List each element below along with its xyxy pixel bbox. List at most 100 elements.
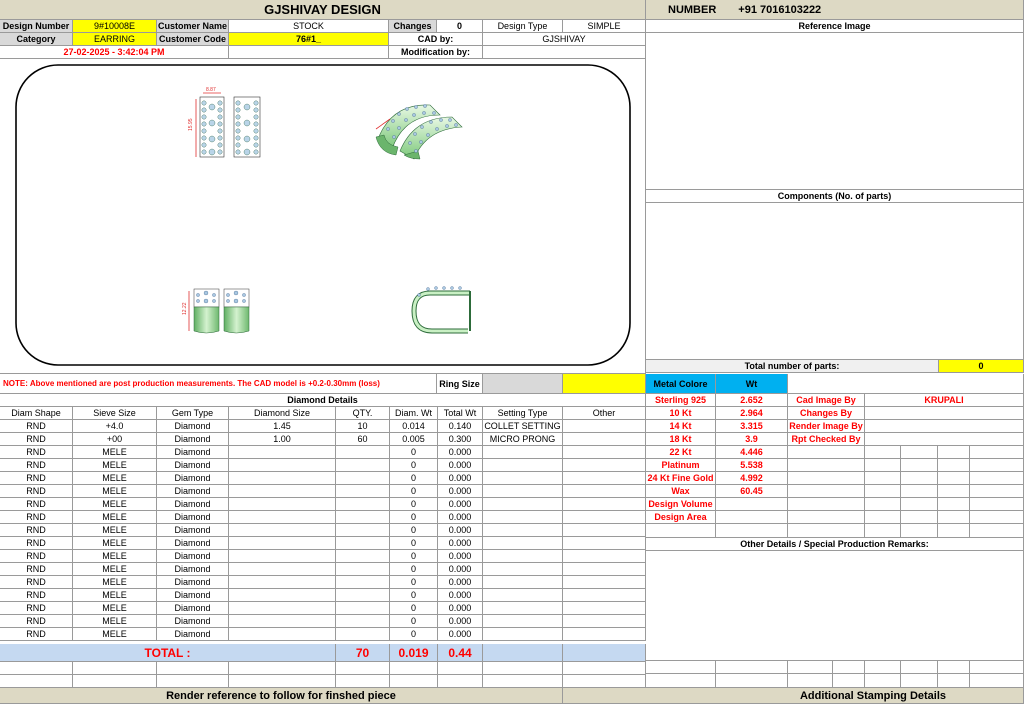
table-cell xyxy=(563,485,646,498)
design-number-value[interactable]: 9#10008E xyxy=(73,20,157,33)
cad-by-value[interactable]: GJSHIVAY xyxy=(483,33,646,46)
table-cell xyxy=(229,446,336,459)
ring-size-extra[interactable] xyxy=(563,374,646,394)
total-parts-label: Total number of parts: xyxy=(646,360,939,373)
metal-weight[interactable] xyxy=(716,511,788,524)
table-cell xyxy=(336,524,390,537)
blank-cell xyxy=(716,524,788,538)
table-cell: 1.45 xyxy=(229,420,336,433)
metal-weight[interactable]: 60.45 xyxy=(716,485,788,498)
table-cell: +00 xyxy=(73,433,157,446)
credit-label[interactable]: Render Image By xyxy=(788,420,865,433)
metal-name[interactable]: Design Area xyxy=(646,511,716,524)
table-cell: 0.000 xyxy=(438,602,483,615)
table-cell: 0.014 xyxy=(390,420,438,433)
design-type-value[interactable]: SIMPLE xyxy=(563,20,646,33)
metal-name[interactable]: 22 Kt xyxy=(646,446,716,459)
table-cell xyxy=(563,550,646,563)
blank-cell xyxy=(970,472,1024,485)
table-cell xyxy=(336,576,390,589)
modification-value[interactable] xyxy=(483,46,646,59)
metal-weight[interactable]: 4.992 xyxy=(716,472,788,485)
table-cell: 0.000 xyxy=(438,576,483,589)
blank-cell xyxy=(901,511,938,524)
blank-cell xyxy=(788,524,865,538)
table-cell: RND xyxy=(0,472,73,485)
table-cell: MELE xyxy=(73,628,157,641)
column-header: Diamond Size xyxy=(229,407,336,420)
table-cell: 0.000 xyxy=(438,589,483,602)
table-cell: COLLET SETTING xyxy=(483,420,563,433)
metal-name[interactable]: Platinum xyxy=(646,459,716,472)
metal-name[interactable]: Wax xyxy=(646,485,716,498)
credit-label[interactable]: Changes By xyxy=(788,407,865,420)
table-cell xyxy=(563,420,646,433)
table-cell: RND xyxy=(0,602,73,615)
credit-value[interactable]: KRUPALI xyxy=(865,394,1024,407)
credit-label[interactable]: Cad Image By xyxy=(788,394,865,407)
metal-name[interactable]: Design Volume xyxy=(646,498,716,511)
metal-name[interactable]: 14 Kt xyxy=(646,420,716,433)
blank-cell xyxy=(646,661,716,674)
metal-weight[interactable]: 4.446 xyxy=(716,446,788,459)
metal-name[interactable]: 18 Kt xyxy=(646,433,716,446)
other-details-area[interactable] xyxy=(646,551,1024,661)
table-cell: 10 xyxy=(336,420,390,433)
metal-weight-table: Sterling 925 2.652 Cad Image By KRUPALI 10 K… xyxy=(646,394,1024,538)
metal-weight[interactable]: 2.652 xyxy=(716,394,788,407)
table-cell: MELE xyxy=(73,459,157,472)
column-header: QTY. xyxy=(336,407,390,420)
right-blank-rows xyxy=(646,661,1024,688)
credit-label[interactable]: Rpt Checked By xyxy=(788,433,865,446)
metal-weight[interactable] xyxy=(716,498,788,511)
table-cell: RND xyxy=(0,537,73,550)
blank-cell xyxy=(970,511,1024,524)
blank-cell xyxy=(901,459,938,472)
blank-cell xyxy=(901,498,938,511)
credit-value[interactable] xyxy=(865,420,1024,433)
blank-cell xyxy=(73,662,157,675)
table-cell: 0 xyxy=(390,550,438,563)
blank-cell xyxy=(938,485,970,498)
reference-image-label: Reference Image xyxy=(646,20,1024,33)
customer-name-value[interactable]: STOCK xyxy=(229,20,389,33)
blank-cell xyxy=(788,674,833,688)
metal-weight[interactable]: 3.9 xyxy=(716,433,788,446)
table-cell xyxy=(483,550,563,563)
table-cell xyxy=(483,537,563,550)
metal-name[interactable]: Sterling 925 xyxy=(646,394,716,407)
metal-weight[interactable]: 5.538 xyxy=(716,459,788,472)
category-value[interactable]: EARRING xyxy=(73,33,157,46)
table-cell: MELE xyxy=(73,576,157,589)
table-cell: Diamond xyxy=(157,563,229,576)
table-cell: 0.000 xyxy=(438,537,483,550)
table-cell xyxy=(229,615,336,628)
blank-cell xyxy=(901,674,938,688)
changes-value[interactable]: 0 xyxy=(437,20,483,33)
metal-name[interactable]: 10 Kt xyxy=(646,407,716,420)
table-cell xyxy=(336,602,390,615)
metal-weight[interactable]: 2.964 xyxy=(716,407,788,420)
blank-cell xyxy=(970,446,1024,459)
blank-cell xyxy=(788,459,865,472)
credit-value[interactable] xyxy=(865,407,1024,420)
table-cell xyxy=(336,446,390,459)
table-cell xyxy=(229,537,336,550)
blank-cell xyxy=(157,662,229,675)
credit-value[interactable] xyxy=(865,433,1024,446)
blank-cell xyxy=(438,662,483,675)
metal-name[interactable]: 24 Kt Fine Gold xyxy=(646,472,716,485)
customer-code-value[interactable]: 76#1_ xyxy=(229,33,389,46)
total-parts-value[interactable]: 0 xyxy=(939,360,1024,373)
table-cell xyxy=(229,550,336,563)
dim-width-label: 8.87 xyxy=(206,87,216,93)
design-number-label: Design Number xyxy=(0,20,73,33)
metal-weight[interactable]: 3.315 xyxy=(716,420,788,433)
blank-cell xyxy=(865,446,901,459)
table-cell: Diamond xyxy=(157,485,229,498)
table-cell: RND xyxy=(0,550,73,563)
blank-cell xyxy=(716,674,788,688)
table-cell: MELE xyxy=(73,602,157,615)
timestamp: 27-02-2025 - 3:42:04 PM xyxy=(0,46,229,59)
ring-size-value[interactable] xyxy=(483,374,563,394)
